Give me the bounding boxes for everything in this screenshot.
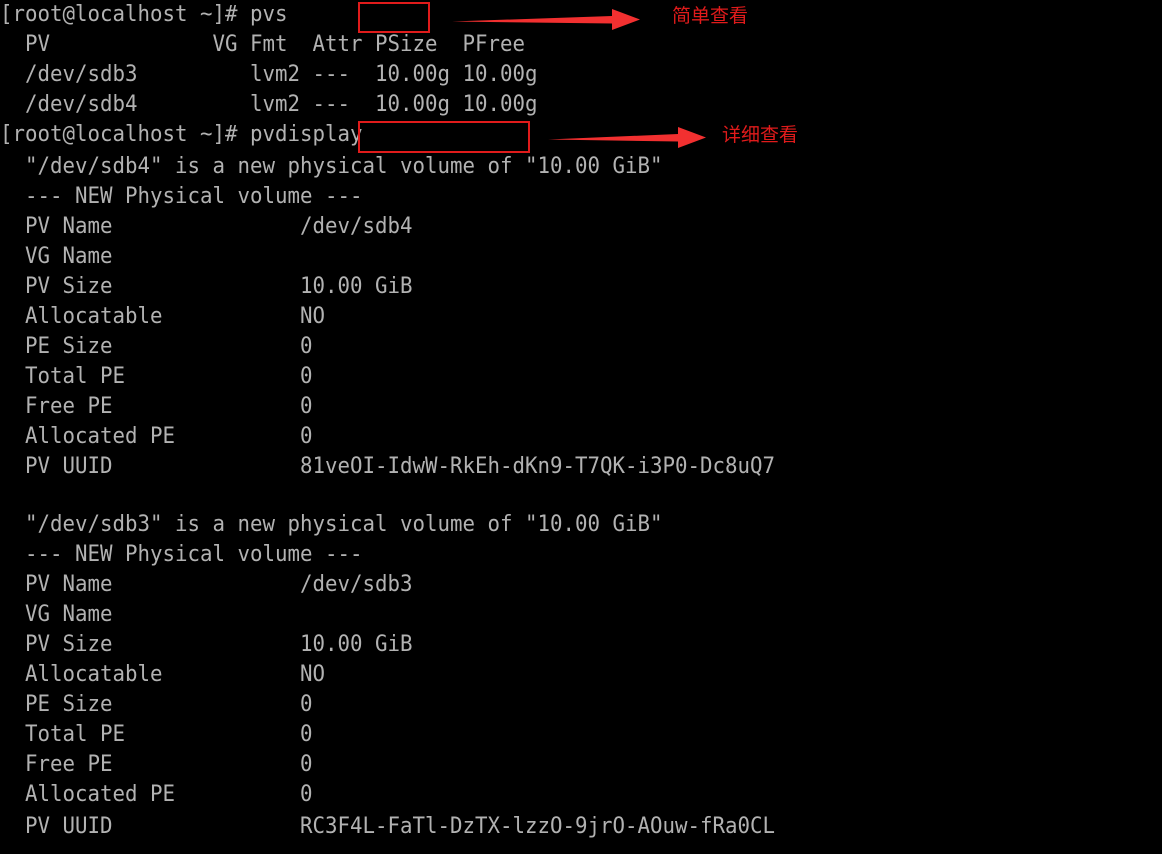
annotation-label-detailed-view: 详细查看 <box>722 124 799 146</box>
terminal-line: PE Size 0 <box>0 690 331 720</box>
terminal-line-text: PV UUID 81veOI-IdwW-RkEh-dKn9-T7QK-i3P0-… <box>0 454 776 479</box>
terminal-line-text: [root@localhost ~]# pvs <box>0 2 288 27</box>
terminal-line: --- NEW Physical volume --- <box>0 182 384 212</box>
annotation-arrow-detailed-view <box>548 127 706 148</box>
terminal-line: PV Size 10.00 GiB <box>0 630 437 660</box>
terminal-line: PV VG Fmt Attr PSize PFree <box>0 30 570 60</box>
terminal-line: Total PE 0 <box>0 720 331 750</box>
terminal-line-text: PE Size 0 <box>0 334 313 359</box>
annotation-label-simple-view: 简单查看 <box>672 5 749 27</box>
highlight-box-pvs <box>358 2 430 33</box>
terminal-line: Allocated PE 0 <box>0 422 331 452</box>
terminal-line-text: [root@localhost ~]# pvdisplay <box>0 122 363 147</box>
terminal-line-text: Total PE 0 <box>0 364 313 389</box>
terminal-line: "/dev/sdb4" is a new physical volume of … <box>0 152 702 182</box>
terminal-line: [root@localhost ~]# pvs <box>0 0 305 30</box>
terminal-line-text: PV VG Fmt Attr PSize PFree <box>0 32 538 57</box>
terminal-line-text: /dev/sdb4 lvm2 --- 10.00g 10.00g <box>0 92 538 117</box>
terminal-line-text: VG Name <box>0 602 301 627</box>
terminal-line: PE Size 0 <box>0 332 331 362</box>
terminal-line-text: PV Size 10.00 GiB <box>0 632 413 657</box>
terminal-line: Allocatable NO <box>0 660 344 690</box>
terminal-line: Allocatable NO <box>0 302 344 332</box>
terminal-line-text: PV UUID RC3F4L-FaTl-DzTX-lzzO-9jrO-AOuw-… <box>0 814 776 839</box>
terminal-line-text: Allocated PE 0 <box>0 782 313 807</box>
terminal-window[interactable]: [root@localhost ~]# pvs PV VG Fmt Attr P… <box>0 0 1162 854</box>
terminal-line-text: PV Name /dev/sdb3 <box>0 572 413 597</box>
terminal-line-text: /dev/sdb3 lvm2 --- 10.00g 10.00g <box>0 62 538 87</box>
terminal-line <box>0 482 40 512</box>
terminal-line: Free PE 0 <box>0 392 331 422</box>
terminal-line: PV UUID 81veOI-IdwW-RkEh-dKn9-T7QK-i3P0-… <box>0 452 821 482</box>
terminal-line: PV Name /dev/sdb3 <box>0 570 437 600</box>
terminal-line-text: --- NEW Physical volume --- <box>0 542 363 567</box>
terminal-line: VG Name <box>0 600 318 630</box>
terminal-line: [root@localhost ~]# pvdisplay <box>0 120 384 150</box>
terminal-line: Free PE 0 <box>0 750 331 780</box>
terminal-line-text: Allocatable NO <box>0 662 326 687</box>
terminal-line: /dev/sdb3 lvm2 --- 10.00g 10.00g <box>0 60 570 90</box>
terminal-line-text: Free PE 0 <box>0 394 313 419</box>
terminal-line: PV Size 10.00 GiB <box>0 272 437 302</box>
terminal-line: "/dev/sdb3" is a new physical volume of … <box>0 510 702 540</box>
terminal-line-text: Total PE 0 <box>0 722 313 747</box>
terminal-line-text: PV Size 10.00 GiB <box>0 274 413 299</box>
terminal-line-text: VG Name <box>0 244 301 269</box>
terminal-line-text <box>0 482 38 512</box>
terminal-line: /dev/sdb4 lvm2 --- 10.00g 10.00g <box>0 90 570 120</box>
terminal-line-text: PE Size 0 <box>0 692 313 717</box>
terminal-line: --- NEW Physical volume --- <box>0 540 384 570</box>
terminal-line: PV UUID RC3F4L-FaTl-DzTX-lzzO-9jrO-AOuw-… <box>0 812 821 842</box>
terminal-line-text: Free PE 0 <box>0 752 313 777</box>
terminal-line: PV Name /dev/sdb4 <box>0 212 437 242</box>
terminal-line-text: "/dev/sdb4" is a new physical volume of … <box>0 154 663 179</box>
terminal-line-text: "/dev/sdb3" is a new physical volume of … <box>0 512 663 537</box>
terminal-line-text: Allocated PE 0 <box>0 424 313 449</box>
terminal-line: VG Name <box>0 242 318 272</box>
terminal-line-text: --- NEW Physical volume --- <box>0 184 363 209</box>
terminal-line-text: PV Name /dev/sdb4 <box>0 214 413 239</box>
terminal-line: Allocated PE 0 <box>0 780 331 810</box>
terminal-line-text: Allocatable NO <box>0 304 326 329</box>
annotation-arrow-simple-view <box>452 9 640 30</box>
terminal-line: Total PE 0 <box>0 362 331 392</box>
